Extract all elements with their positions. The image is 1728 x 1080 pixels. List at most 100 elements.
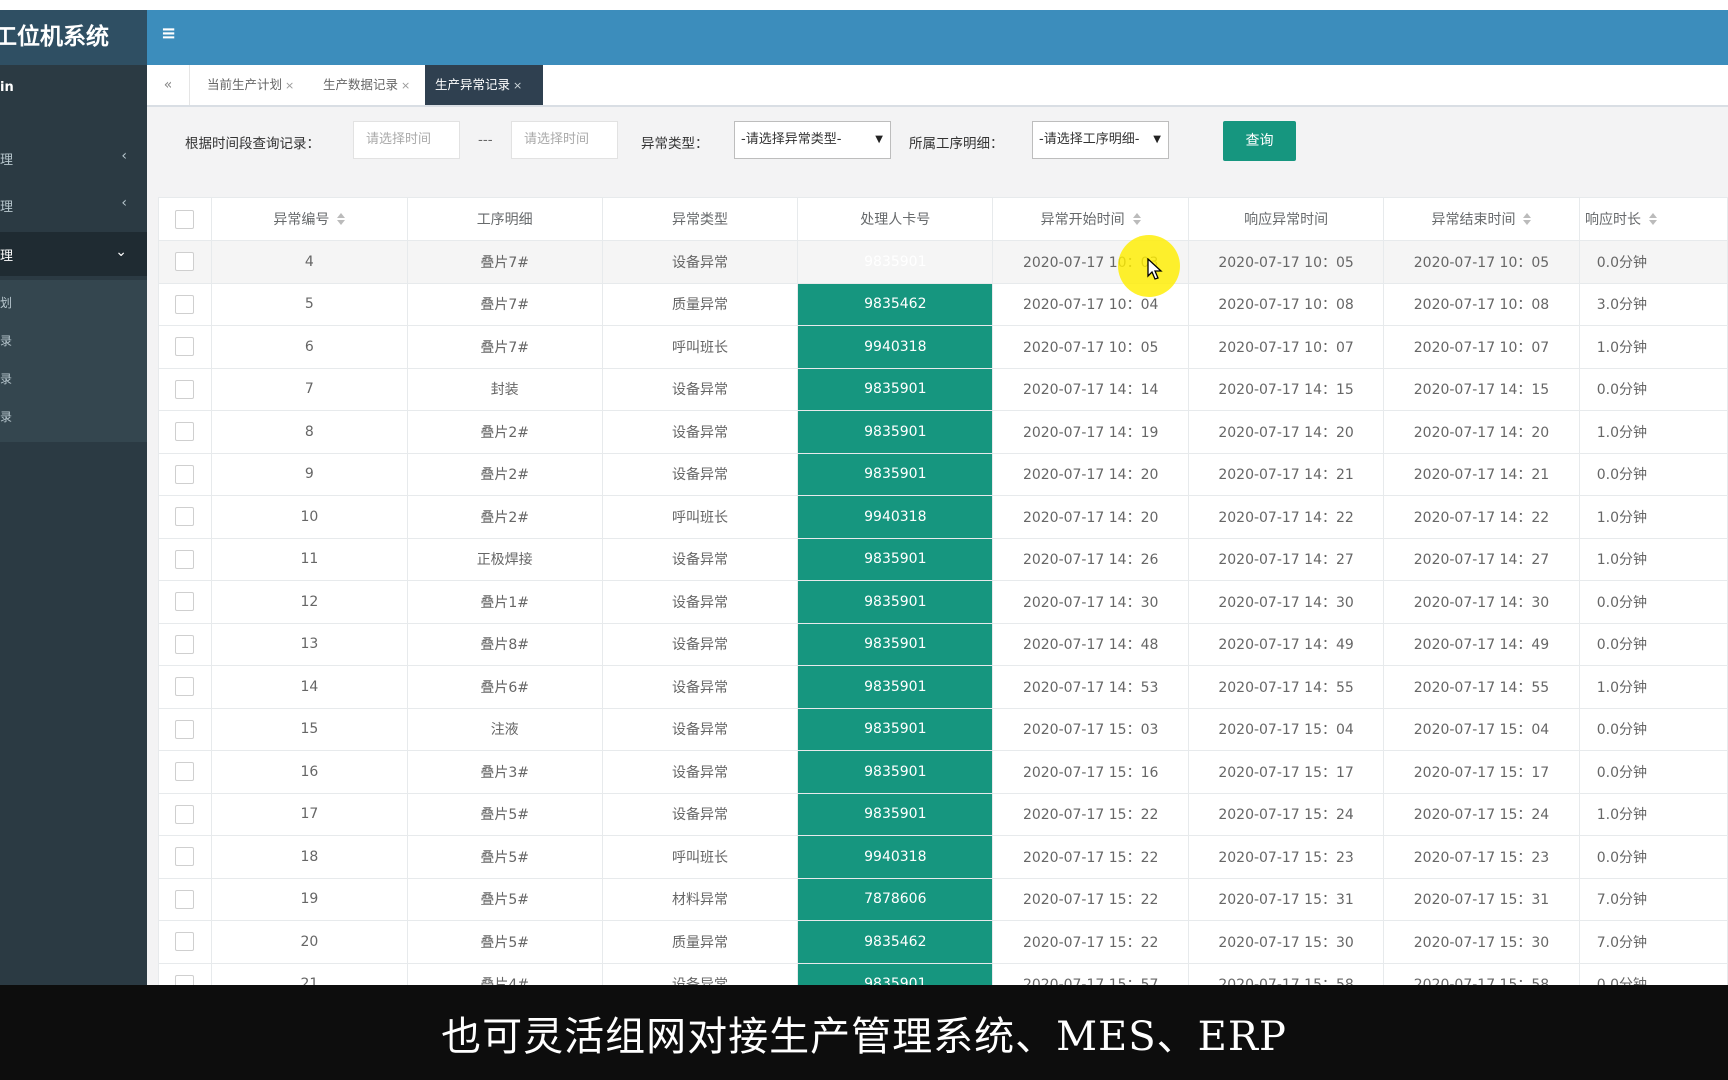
row-checkbox[interactable] xyxy=(175,719,195,739)
row-checkbox[interactable] xyxy=(175,549,195,569)
row-select-cell[interactable] xyxy=(158,920,212,964)
row-select-cell[interactable] xyxy=(158,877,212,921)
table-row[interactable]: 15 注液 设备异常 9835901 2020-07-17 15：03 2020-07-1… xyxy=(158,707,1728,751)
table-row[interactable]: 4 叠片7# 设备异常 9835901 2020-07-17 10：03 2020-07-… xyxy=(158,240,1728,284)
table-row[interactable]: 19 叠片5# 材料异常 7878606 2020-07-17 15：22 2020-07… xyxy=(158,877,1728,921)
row-select-cell[interactable] xyxy=(158,707,212,751)
row-checkbox[interactable] xyxy=(175,337,195,357)
row-checkbox[interactable] xyxy=(175,507,195,527)
start-time-input[interactable]: 请选择时间 xyxy=(353,121,460,159)
app-title: 工位机系统 xyxy=(0,24,109,50)
table-cell: 叠片1# xyxy=(406,580,603,624)
query-button[interactable]: 查询 xyxy=(1223,121,1296,161)
submenu-item[interactable]: 录 xyxy=(0,408,12,425)
table-row[interactable]: 16 叠片3# 设备异常 9835901 2020-07-17 15：16 2020-07… xyxy=(158,750,1728,794)
end-time-input[interactable]: 请选择时间 xyxy=(511,121,618,159)
row-checkbox[interactable] xyxy=(175,889,195,909)
table-cell: 叠片5# xyxy=(406,920,603,964)
submenu-item[interactable]: 录 xyxy=(0,332,12,349)
tab-label: 生产异常记录 xyxy=(435,77,511,92)
table-cell: 13 xyxy=(210,622,408,666)
tab-scroll-left-icon[interactable]: « xyxy=(147,65,190,105)
table-cell: 正极焊接 xyxy=(406,537,603,581)
row-checkbox[interactable] xyxy=(175,252,195,272)
table-cell: 12 xyxy=(210,580,408,624)
table-row[interactable]: 5 叠片7# 质量异常 9835462 2020-07-17 10：04 2020-07-… xyxy=(158,282,1728,326)
sidebar-group-1[interactable]: 理 ‹ xyxy=(0,136,147,180)
close-icon[interactable]: × xyxy=(285,79,294,92)
table-cell: 9835901 xyxy=(797,452,994,496)
column-header[interactable]: 异常结束时间 xyxy=(1383,197,1580,241)
tab-label: 当前生产计划 xyxy=(207,77,283,92)
row-checkbox[interactable] xyxy=(175,634,195,654)
row-select-cell[interactable] xyxy=(158,750,212,794)
row-checkbox[interactable] xyxy=(175,762,195,782)
row-checkbox[interactable] xyxy=(175,464,195,484)
column-label: 响应时长 xyxy=(1585,212,1641,228)
row-checkbox[interactable] xyxy=(175,422,195,442)
submenu-item[interactable]: 划 xyxy=(0,294,12,311)
row-select-cell[interactable] xyxy=(158,580,212,624)
row-select-cell[interactable] xyxy=(158,452,212,496)
table-row[interactable]: 12 叠片1# 设备异常 9835901 2020-07-17 14：30 2020-07… xyxy=(158,580,1728,624)
table-row[interactable]: 20 叠片5# 质量异常 9835462 2020-07-17 15：22 2020-07… xyxy=(158,920,1728,964)
row-select-cell[interactable] xyxy=(158,282,212,326)
table-row[interactable]: 17 叠片5# 设备异常 9835901 2020-07-17 15：22 2020-07… xyxy=(158,792,1728,836)
tab-current-plan[interactable]: 当前生产计划 × xyxy=(197,65,304,105)
sort-icon[interactable] xyxy=(1649,213,1657,225)
select-all-checkbox[interactable] xyxy=(175,209,195,229)
row-select-cell[interactable] xyxy=(158,835,212,879)
dropdown-arrow-icon: ▼ xyxy=(1153,134,1161,145)
row-select-cell[interactable] xyxy=(158,792,212,836)
tab-exception-records[interactable]: 生产异常记录 × xyxy=(425,65,543,105)
row-select-cell[interactable] xyxy=(158,665,212,709)
table-row[interactable]: 9 叠片2# 设备异常 9835901 2020-07-17 14：20 2020-07-… xyxy=(158,452,1728,496)
column-header[interactable]: 异常编号 xyxy=(210,197,408,241)
table-row[interactable]: 7 封装 设备异常 9835901 2020-07-17 14：14 2020-07-17… xyxy=(158,367,1728,411)
table-cell: 2020-07-17 15：23 xyxy=(1188,835,1385,879)
table-row[interactable]: 11 正极焊接 设备异常 9835901 2020-07-17 14：26 2020-07… xyxy=(158,537,1728,581)
row-select-cell[interactable] xyxy=(158,495,212,539)
row-select-cell[interactable] xyxy=(158,537,212,581)
row-select-cell[interactable] xyxy=(158,622,212,666)
row-checkbox[interactable] xyxy=(175,294,195,314)
table-cell: 设备异常 xyxy=(601,410,799,454)
row-checkbox[interactable] xyxy=(175,592,195,612)
menu-toggle-icon[interactable]: ≡ xyxy=(161,23,176,44)
row-select-cell[interactable] xyxy=(158,325,212,369)
table-cell: 7878606 xyxy=(797,877,994,921)
tab-production-data[interactable]: 生产数据记录 × xyxy=(313,65,420,105)
row-checkbox[interactable] xyxy=(175,847,195,867)
row-select-cell[interactable] xyxy=(158,367,212,411)
app-brand: 工位机系统 xyxy=(0,10,147,65)
column-header[interactable]: 异常开始时间 xyxy=(992,197,1190,241)
table-row[interactable]: 18 叠片5# 呼叫班长 9940318 2020-07-17 15：22 2020-07… xyxy=(158,835,1728,879)
sort-icon[interactable] xyxy=(1132,213,1141,225)
close-icon[interactable]: × xyxy=(401,79,410,92)
table-row[interactable]: 14 叠片6# 设备异常 9835901 2020-07-17 14：53 2020-07… xyxy=(158,665,1728,709)
table-cell: 1.0分钟 xyxy=(1578,325,1728,369)
row-checkbox[interactable] xyxy=(175,379,195,399)
row-checkbox[interactable] xyxy=(175,804,195,824)
sidebar-group-2[interactable]: 理 ‹ xyxy=(0,183,147,227)
sort-icon[interactable] xyxy=(1523,213,1532,225)
table-row[interactable]: 8 叠片2# 设备异常 9835901 2020-07-17 14：19 2020-07-… xyxy=(158,410,1728,454)
row-select-cell[interactable] xyxy=(158,240,212,284)
mouse-pointer-icon xyxy=(1147,258,1163,280)
row-checkbox[interactable] xyxy=(175,677,195,697)
table-row[interactable]: 6 叠片7# 呼叫班长 9940318 2020-07-17 10：05 2020-07-… xyxy=(158,325,1728,369)
table-row[interactable]: 13 叠片8# 设备异常 9835901 2020-07-17 14：48 2020-07… xyxy=(158,622,1728,666)
table-row[interactable]: 10 叠片2# 呼叫班长 9940318 2020-07-17 14：20 2020-07… xyxy=(158,495,1728,539)
select-all-cell[interactable] xyxy=(158,197,212,241)
submenu-item[interactable]: 录 xyxy=(0,370,12,387)
close-icon[interactable]: × xyxy=(513,79,522,92)
row-select-cell[interactable] xyxy=(158,410,212,454)
sidebar-group-3[interactable]: 理 ⌄ xyxy=(0,232,147,276)
table-cell: 叠片2# xyxy=(406,410,603,454)
video-subtitle: 也可灵活组网对接生产管理系统、MES、ERP xyxy=(441,1014,1287,1060)
process-select[interactable]: -请选择工序明细- ▼ xyxy=(1032,121,1169,159)
sort-icon[interactable] xyxy=(337,213,346,225)
column-header[interactable]: 响应时长 xyxy=(1578,197,1728,241)
exception-type-select[interactable]: -请选择异常类型- ▼ xyxy=(734,121,891,159)
row-checkbox[interactable] xyxy=(175,932,195,952)
